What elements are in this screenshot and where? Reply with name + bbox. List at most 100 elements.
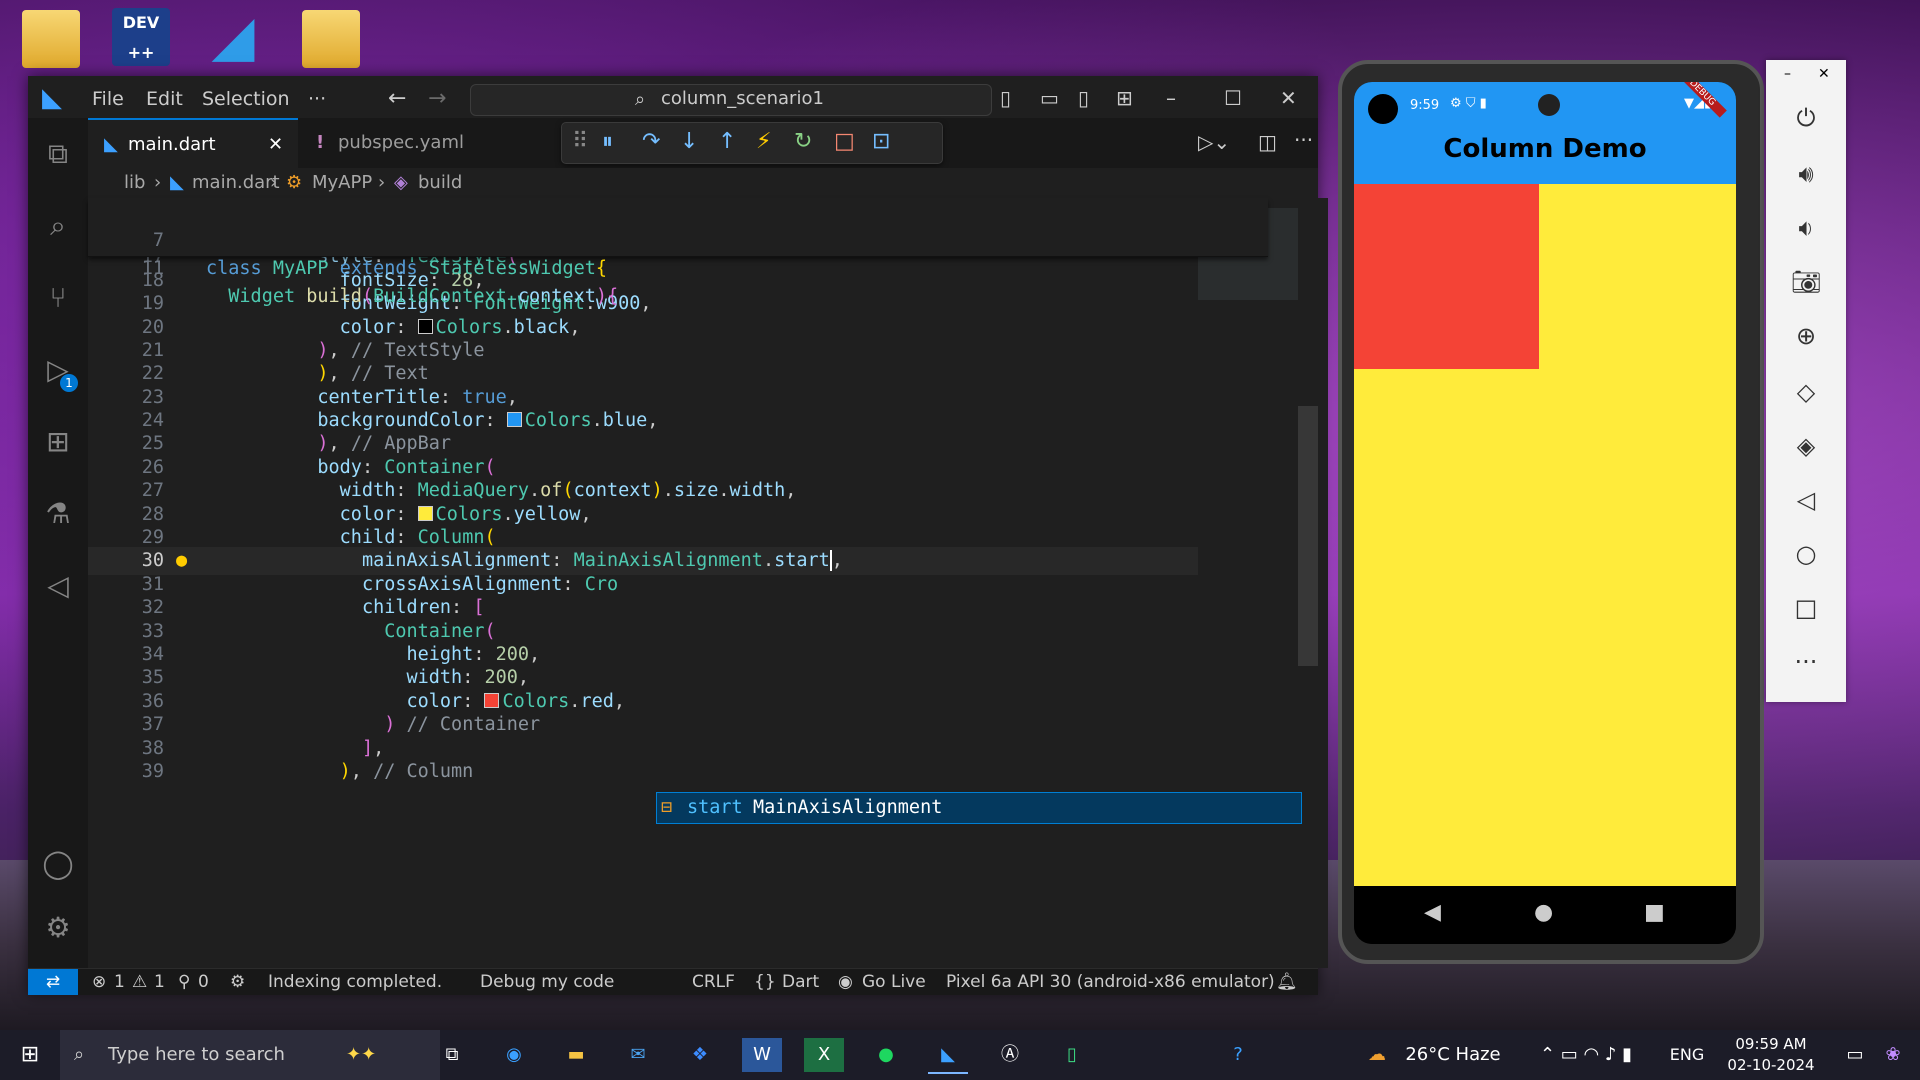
flutter-icon[interactable]: ◁: [40, 568, 76, 604]
back-icon[interactable]: ◁: [1766, 486, 1846, 514]
error-count[interactable]: 1: [114, 969, 125, 995]
home-icon[interactable]: ○: [1766, 540, 1846, 568]
tab-main-dart[interactable]: ◣ main.dart ✕: [88, 118, 298, 170]
breadcrumb-class[interactable]: MyAPP: [312, 168, 372, 198]
copilot-icon[interactable]: ❀: [1876, 1038, 1910, 1072]
minimize-button[interactable]: –: [1784, 66, 1791, 82]
hot-reload-icon[interactable]: ⚡: [756, 129, 771, 154]
ports-icon[interactable]: ⚲: [178, 969, 190, 995]
forward-arrow-icon[interactable]: →: [428, 86, 446, 111]
menu-more[interactable]: ···: [308, 88, 326, 110]
inspect-widget-icon[interactable]: ⊡: [872, 129, 890, 154]
step-out-icon[interactable]: ↑: [718, 129, 736, 154]
color-swatch-black[interactable]: [417, 319, 433, 334]
restart-icon[interactable]: ↻: [794, 129, 812, 154]
extensions-icon[interactable]: ⊞: [40, 424, 76, 460]
toggle-sidebar-icon[interactable]: ▯: [1000, 86, 1011, 110]
testing-icon[interactable]: ⚗: [40, 496, 76, 532]
menu-selection[interactable]: Selection: [202, 88, 290, 110]
command-center[interactable]: ⌕ column_scenario1: [470, 84, 992, 116]
vscode-desktop-icon[interactable]: ◢: [204, 8, 262, 66]
rotate-right-icon[interactable]: ◈: [1766, 432, 1846, 460]
excel-icon[interactable]: X: [804, 1038, 844, 1072]
dropbox-icon[interactable]: ❖: [680, 1038, 720, 1072]
nav-home-icon[interactable]: ●: [1534, 900, 1553, 925]
breadcrumb-method[interactable]: build: [418, 168, 462, 198]
volume-up-icon[interactable]: 🔊︎: [1766, 160, 1846, 188]
close-emulator-button[interactable]: ✕: [1818, 66, 1830, 82]
mail-icon[interactable]: ✉: [618, 1038, 658, 1072]
breadcrumb-lib[interactable]: lib: [124, 168, 145, 198]
eol-selector[interactable]: CRLF: [692, 969, 735, 995]
notifications-bell-icon[interactable]: 🔔︎: [1276, 969, 1298, 995]
power-icon[interactable]: ⏻: [1766, 104, 1846, 132]
toggle-secondary-sidebar-icon[interactable]: ▯: [1078, 86, 1089, 110]
explorer-icon[interactable]: ⧉: [40, 136, 76, 172]
edge-icon[interactable]: ◉: [494, 1038, 534, 1072]
word-icon[interactable]: W: [742, 1038, 782, 1072]
folder-icon[interactable]: [22, 10, 80, 68]
language-indicator[interactable]: ENG: [1664, 1038, 1710, 1072]
weather-text[interactable]: 26°C Haze: [1398, 1038, 1508, 1072]
stop-icon[interactable]: □: [834, 129, 855, 154]
language-selector[interactable]: Dart: [782, 969, 819, 995]
autocomplete-suggestion[interactable]: ⊟ start MainAxisAlignment: [656, 792, 1302, 824]
remote-indicator-icon[interactable]: ⇄: [28, 969, 78, 995]
minimize-button[interactable]: –: [1166, 86, 1176, 110]
error-icon[interactable]: ⊗: [92, 969, 106, 995]
search-icon[interactable]: ⌕: [40, 208, 76, 244]
app-icon[interactable]: Ⓐ: [990, 1038, 1030, 1072]
spotify-icon[interactable]: ●: [866, 1038, 906, 1072]
taskbar-search[interactable]: ⌕ Type here to search ✦✦: [60, 1030, 440, 1080]
color-swatch-blue[interactable]: [506, 412, 522, 427]
rotate-left-icon[interactable]: ◇: [1766, 378, 1846, 406]
breadcrumb-file[interactable]: main.dart: [192, 168, 280, 198]
color-swatch-red[interactable]: [484, 693, 500, 708]
pause-icon[interactable]: ⏸: [602, 129, 613, 154]
accounts-icon[interactable]: ◯: [40, 846, 76, 882]
lightbulb-icon[interactable]: ●: [176, 547, 187, 575]
drag-handle-icon[interactable]: ⠿: [572, 129, 588, 154]
vscode-taskbar-icon[interactable]: ◣: [928, 1038, 968, 1074]
editor-scrollbar[interactable]: [1298, 406, 1318, 666]
nav-recents-icon[interactable]: ■: [1644, 900, 1665, 925]
start-button[interactable]: ⊞: [10, 1038, 50, 1072]
maximize-button[interactable]: ☐: [1224, 86, 1242, 110]
back-arrow-icon[interactable]: ←: [388, 86, 406, 111]
source-control-icon[interactable]: ⑂: [40, 280, 76, 316]
debug-icon[interactable]: ⚙: [230, 969, 245, 995]
nav-back-icon[interactable]: ◀: [1424, 900, 1441, 925]
ports-count[interactable]: 0: [198, 969, 209, 995]
menu-edit[interactable]: Edit: [146, 88, 183, 110]
clock[interactable]: 09:59 AM 02-10-2024: [1716, 1034, 1826, 1076]
close-tab-icon[interactable]: ✕: [268, 120, 283, 170]
close-window-button[interactable]: ✕: [1280, 86, 1297, 110]
volume-down-icon[interactable]: 🔉︎: [1766, 214, 1846, 242]
warning-count[interactable]: 1: [154, 969, 165, 995]
system-tray-icons[interactable]: ⌃ ▭ ◠ ♪ ▮: [1516, 1038, 1656, 1072]
device-selector[interactable]: Pixel 6a API 30 (android-x86 emulator): [946, 969, 1275, 995]
customize-layout-icon[interactable]: ⊞: [1116, 86, 1133, 110]
more-icon[interactable]: ···: [1766, 648, 1846, 676]
sticky-line[interactable]: 11 Widget build(BuildContext context){: [88, 227, 618, 307]
color-swatch-yellow[interactable]: [417, 506, 433, 521]
notification-center-icon[interactable]: ▭: [1838, 1038, 1872, 1072]
folder-icon[interactable]: [302, 10, 360, 68]
task-view-icon[interactable]: ⧉: [432, 1038, 472, 1072]
camera-icon[interactable]: 📷︎: [1766, 268, 1846, 296]
file-explorer-icon[interactable]: ▬: [556, 1038, 596, 1072]
overview-icon[interactable]: □: [1766, 594, 1846, 622]
emulator-taskbar-icon[interactable]: ▯: [1052, 1038, 1092, 1072]
help-icon[interactable]: ?: [1218, 1038, 1258, 1072]
warning-icon[interactable]: ⚠: [132, 969, 147, 995]
settings-gear-icon[interactable]: ⚙: [40, 910, 76, 946]
more-actions-icon[interactable]: ···: [1294, 128, 1313, 152]
debug-config[interactable]: Debug my code: [480, 969, 614, 995]
tab-pubspec[interactable]: ! pubspec.yaml: [300, 118, 500, 168]
sticky-line[interactable]: 7 class MyAPP extends StatelessWidget{: [88, 199, 607, 279]
step-into-icon[interactable]: ↓: [680, 129, 698, 154]
go-live-button[interactable]: Go Live: [862, 969, 926, 995]
devcpp-icon[interactable]: DEV ++: [112, 8, 170, 66]
toggle-panel-icon[interactable]: ▭: [1040, 86, 1059, 110]
split-editor-icon[interactable]: ◫: [1258, 130, 1277, 154]
